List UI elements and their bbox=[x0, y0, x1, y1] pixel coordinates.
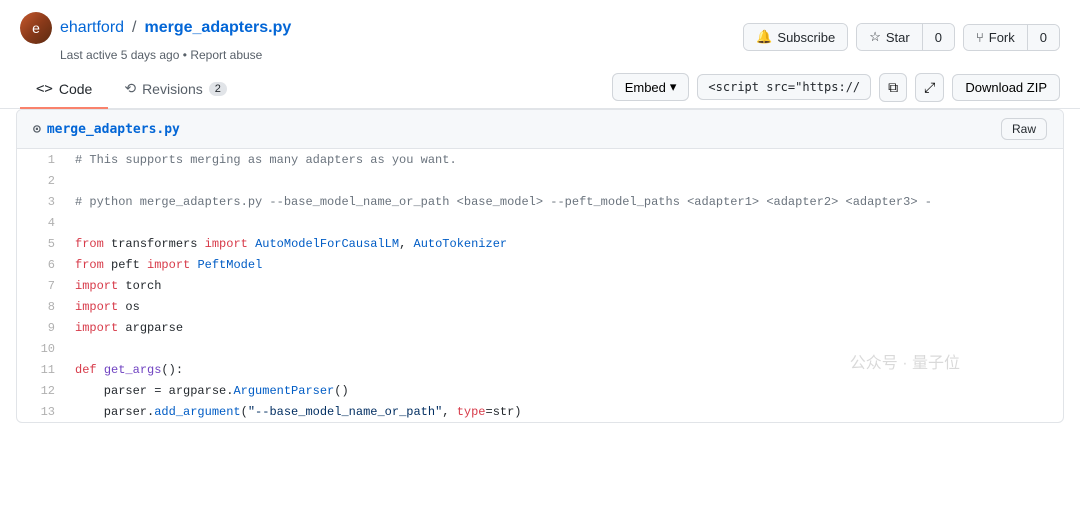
fork-button[interactable]: ⑂ Fork bbox=[964, 25, 1028, 50]
separator: / bbox=[132, 19, 136, 37]
table-row: 6 from peft import PeftModel bbox=[17, 254, 1063, 275]
file-icon: ⊙ bbox=[33, 122, 41, 137]
table-row: 10 bbox=[17, 338, 1063, 359]
last-active-text: Last active 5 days ago • Report abuse bbox=[60, 48, 291, 62]
copy-icon: ⧉ bbox=[888, 79, 898, 96]
code-table: 1 # This supports merging as many adapte… bbox=[17, 149, 1063, 422]
username-link[interactable]: ehartford bbox=[60, 19, 124, 37]
table-row: 2 bbox=[17, 170, 1063, 191]
line-number: 6 bbox=[17, 254, 67, 275]
line-code: parser.add_argument("--base_model_name_o… bbox=[67, 401, 1063, 422]
nav-tabs: <> Code ⟲ Revisions 2 Embed ▾ <script sr… bbox=[0, 70, 1080, 109]
chevron-down-icon: ▾ bbox=[670, 79, 677, 95]
star-icon: ☆ bbox=[869, 29, 881, 45]
line-number: 2 bbox=[17, 170, 67, 191]
fork-icon: ⑂ bbox=[976, 30, 984, 45]
avatar: e bbox=[20, 12, 52, 44]
star-count[interactable]: 0 bbox=[923, 24, 954, 50]
line-number: 9 bbox=[17, 317, 67, 338]
report-abuse-link[interactable]: Report abuse bbox=[190, 48, 262, 62]
subscribe-button[interactable]: 🔔 Subscribe bbox=[744, 24, 847, 50]
header-title: e ehartford / merge_adapters.py bbox=[20, 12, 291, 44]
bell-icon: 🔔 bbox=[756, 29, 772, 45]
table-row: 4 bbox=[17, 212, 1063, 233]
line-number: 8 bbox=[17, 296, 67, 317]
embed-button[interactable]: Embed ▾ bbox=[612, 73, 690, 101]
code-view: 1 # This supports merging as many adapte… bbox=[17, 149, 1063, 422]
fork-group: ⑂ Fork 0 bbox=[963, 24, 1060, 51]
copy-button[interactable]: ⧉ bbox=[879, 73, 907, 102]
line-number: 1 bbox=[17, 149, 67, 170]
header-left: e ehartford / merge_adapters.py Last act… bbox=[20, 12, 291, 62]
content-area: ⊙ merge_adapters.py Raw 1 # This support… bbox=[0, 109, 1080, 423]
revisions-badge: 2 bbox=[209, 82, 227, 96]
filename-link[interactable]: merge_adapters.py bbox=[145, 19, 292, 37]
subscribe-group: 🔔 Subscribe bbox=[743, 23, 848, 51]
file-header: ⊙ merge_adapters.py Raw bbox=[17, 110, 1063, 149]
line-code: import argparse bbox=[67, 317, 1063, 338]
fork-count[interactable]: 0 bbox=[1028, 25, 1059, 50]
table-row: 11 def get_args(): bbox=[17, 359, 1063, 380]
file-container: ⊙ merge_adapters.py Raw 1 # This support… bbox=[16, 109, 1064, 423]
table-row: 12 parser = argparse.ArgumentParser() bbox=[17, 380, 1063, 401]
toolbar: Embed ▾ <script src="https:// ⧉ ⤢ Downlo… bbox=[612, 70, 1060, 108]
download-zip-button[interactable]: Download ZIP bbox=[952, 74, 1060, 101]
table-row: 7 import torch bbox=[17, 275, 1063, 296]
tab-code[interactable]: <> Code bbox=[20, 70, 108, 109]
page-header: e ehartford / merge_adapters.py Last act… bbox=[0, 0, 1080, 70]
table-row: 9 import argparse bbox=[17, 317, 1063, 338]
line-number: 4 bbox=[17, 212, 67, 233]
open-button[interactable]: ⤢ bbox=[915, 73, 944, 102]
line-number: 7 bbox=[17, 275, 67, 296]
table-row: 8 import os bbox=[17, 296, 1063, 317]
line-number: 11 bbox=[17, 359, 67, 380]
star-button[interactable]: ☆ Star bbox=[857, 24, 923, 50]
star-group: ☆ Star 0 bbox=[856, 23, 955, 51]
line-code bbox=[67, 212, 1063, 233]
line-code: def get_args(): bbox=[67, 359, 1063, 380]
line-number: 13 bbox=[17, 401, 67, 422]
table-row: 13 parser.add_argument("--base_model_nam… bbox=[17, 401, 1063, 422]
line-number: 5 bbox=[17, 233, 67, 254]
line-code: import os bbox=[67, 296, 1063, 317]
line-code: from transformers import AutoModelForCau… bbox=[67, 233, 1063, 254]
header-actions: 🔔 Subscribe ☆ Star 0 ⑂ Fork 0 bbox=[743, 23, 1060, 51]
revisions-icon: ⟲ bbox=[124, 80, 136, 97]
line-code: from peft import PeftModel bbox=[67, 254, 1063, 275]
table-row: 5 from transformers import AutoModelForC… bbox=[17, 233, 1063, 254]
tab-revisions[interactable]: ⟲ Revisions 2 bbox=[108, 70, 243, 109]
line-code: # This supports merging as many adapters… bbox=[67, 149, 1063, 170]
code-icon: <> bbox=[36, 81, 53, 97]
file-name: ⊙ merge_adapters.py bbox=[33, 122, 180, 137]
raw-button[interactable]: Raw bbox=[1001, 118, 1047, 140]
line-code: parser = argparse.ArgumentParser() bbox=[67, 380, 1063, 401]
line-number: 3 bbox=[17, 191, 67, 212]
line-code: # python merge_adapters.py --base_model_… bbox=[67, 191, 1063, 212]
line-code bbox=[67, 338, 1063, 359]
avatar-image: e bbox=[20, 12, 52, 44]
line-code bbox=[67, 170, 1063, 191]
line-code: import torch bbox=[67, 275, 1063, 296]
script-preview[interactable]: <script src="https:// bbox=[697, 74, 871, 100]
line-number: 10 bbox=[17, 338, 67, 359]
line-number: 12 bbox=[17, 380, 67, 401]
external-link-icon: ⤢ bbox=[924, 79, 935, 96]
table-row: 1 # This supports merging as many adapte… bbox=[17, 149, 1063, 170]
table-row: 3 # python merge_adapters.py --base_mode… bbox=[17, 191, 1063, 212]
